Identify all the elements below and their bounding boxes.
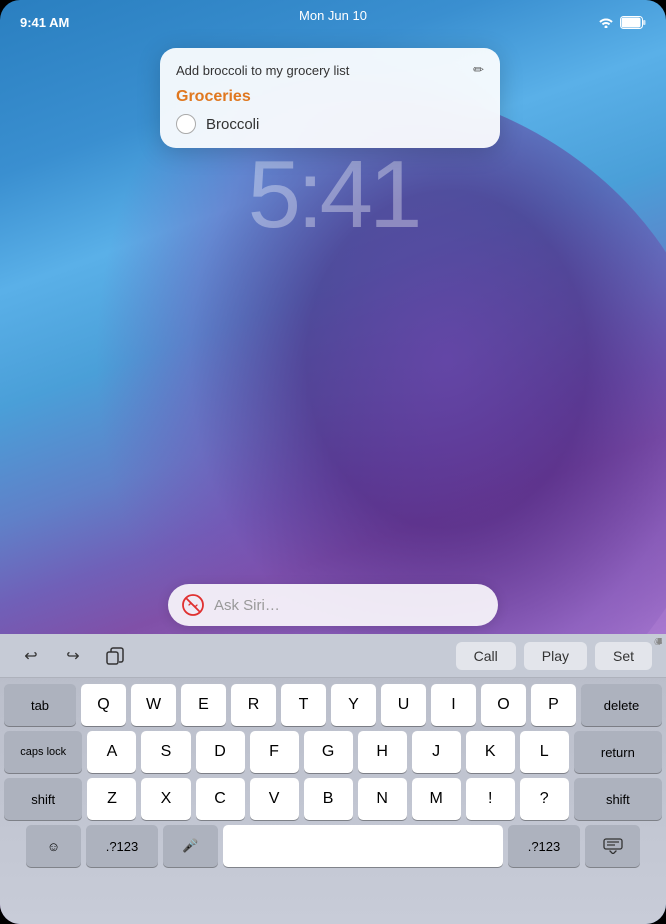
key-y[interactable]: Y6 — [331, 684, 376, 726]
key-q[interactable]: Q1 — [81, 684, 126, 726]
key-row-3: shift Z X C V B N M ! ? shift — [4, 778, 662, 820]
key-e[interactable]: E3 — [181, 684, 226, 726]
keyboard-toolbar: ↩ ↪ Call Play Set — [0, 634, 666, 678]
key-k[interactable]: K — [466, 731, 515, 773]
key-r[interactable]: R4 — [231, 684, 276, 726]
keyboard-dismiss-key[interactable] — [585, 825, 640, 867]
key-row-4: ☺ .?123 🎤 .?123 — [4, 825, 662, 867]
dictate-key[interactable]: 🎤 — [163, 825, 218, 867]
key-s[interactable]: S# — [141, 731, 190, 773]
set-button[interactable]: Set — [595, 642, 652, 670]
key-u[interactable]: U7 — [381, 684, 426, 726]
key-l[interactable]: L — [520, 731, 569, 773]
notification-header-text: Add broccoli to my grocery list — [176, 63, 349, 78]
key-o[interactable]: O9 — [481, 684, 526, 726]
call-button[interactable]: Call — [456, 642, 516, 670]
key-t[interactable]: T5 — [281, 684, 326, 726]
keyboard-keys: tab Q1 W2 E3 R4 T5 Y6 U7 I8 O9 P0 delete… — [0, 678, 666, 871]
reminder-checkbox[interactable] — [176, 114, 196, 134]
notification-header: Add broccoli to my grocery list ✏ — [176, 62, 484, 78]
key-g[interactable]: G* — [304, 731, 353, 773]
status-time: 9:41 AM — [20, 15, 69, 30]
key-h[interactable]: H" — [358, 731, 407, 773]
key-v[interactable]: V — [250, 778, 299, 820]
notification-card: Add broccoli to my grocery list ✏ Grocer… — [160, 48, 500, 148]
key-p[interactable]: P0 — [531, 684, 576, 726]
status-bar: 9:41 AM Mon Jun 10 — [0, 0, 666, 36]
redo-button[interactable]: ↪ — [56, 639, 90, 673]
key-f[interactable]: F& — [250, 731, 299, 773]
siri-bar[interactable]: Ask Siri… — [168, 584, 498, 626]
key-d[interactable]: D$ — [196, 731, 245, 773]
siri-icon — [182, 594, 204, 616]
key-a[interactable]: A@ — [87, 731, 136, 773]
shift-left-key[interactable]: shift — [4, 778, 82, 820]
reminder-list-title: Groceries — [176, 88, 484, 106]
tab-key[interactable]: tab — [4, 684, 76, 726]
key-z[interactable]: Z — [87, 778, 136, 820]
key-exclamation[interactable]: ! — [466, 778, 515, 820]
key-b[interactable]: B — [304, 778, 353, 820]
edit-icon[interactable]: ✏ — [473, 62, 484, 78]
delete-key[interactable]: delete — [581, 684, 662, 726]
keyboard-down-icon — [603, 838, 623, 854]
copy-icon — [106, 647, 124, 665]
caps-lock-key[interactable]: caps lock — [4, 731, 82, 773]
space-key[interactable] — [223, 825, 503, 867]
key-i[interactable]: I8 — [431, 684, 476, 726]
reminder-item-label: Broccoli — [206, 116, 259, 133]
shift-right-key[interactable]: shift — [574, 778, 662, 820]
numpad-right-key[interactable]: .?123 — [508, 825, 580, 867]
numpad-left-key[interactable]: .?123 — [86, 825, 158, 867]
battery-icon — [620, 16, 646, 29]
wifi-icon — [598, 16, 614, 28]
play-button[interactable]: Play — [524, 642, 587, 670]
key-w[interactable]: W2 — [131, 684, 176, 726]
key-m[interactable]: M — [412, 778, 461, 820]
key-n[interactable]: N — [358, 778, 407, 820]
emoji-key[interactable]: ☺ — [26, 825, 81, 867]
key-question[interactable]: ? — [520, 778, 569, 820]
keyboard[interactable]: ↩ ↪ Call Play Set tab Q1 W2 E3 R4 T5 Y6 … — [0, 634, 666, 924]
copy-button[interactable] — [98, 639, 132, 673]
reminder-item: Broccoli — [176, 114, 484, 134]
key-x[interactable]: X — [141, 778, 190, 820]
key-row-1: tab Q1 W2 E3 R4 T5 Y6 U7 I8 O9 P0 delete — [4, 684, 662, 726]
status-icons — [598, 16, 646, 29]
siri-placeholder: Ask Siri… — [214, 597, 280, 614]
status-date: Mon Jun 10 — [299, 8, 367, 23]
undo-button[interactable]: ↩ — [14, 639, 48, 673]
key-row-2: caps lock A@ S# D$ F& G* H" J' K L retur… — [4, 731, 662, 773]
key-j[interactable]: J' — [412, 731, 461, 773]
key-c[interactable]: C — [196, 778, 245, 820]
return-key[interactable]: return — [574, 731, 662, 773]
